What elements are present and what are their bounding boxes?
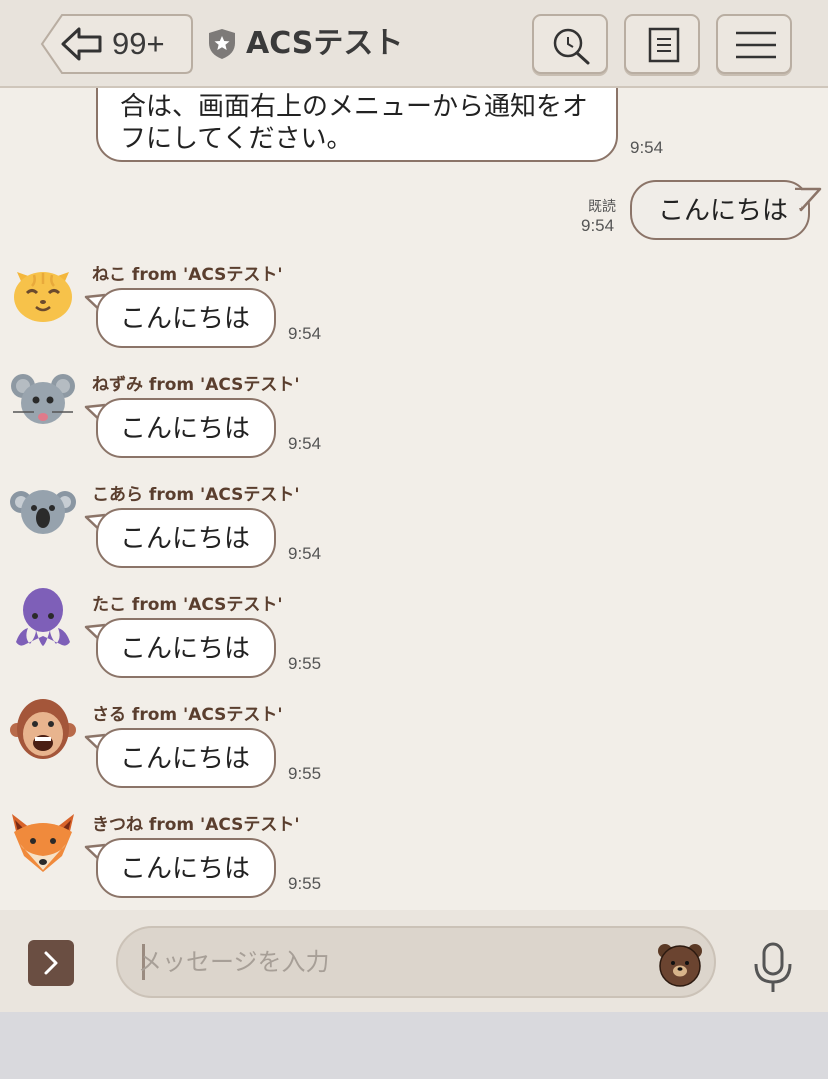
input-bar — [0, 910, 828, 1012]
message-time: 9:54 — [581, 216, 615, 235]
incoming-message-bubble[interactable]: こんにちは — [96, 508, 276, 568]
monkey-avatar — [10, 699, 76, 759]
search-button[interactable] — [532, 14, 608, 74]
system-message-line-2: フにしてください。 — [120, 124, 353, 154]
own-message-bubble[interactable]: こんにちは — [630, 180, 810, 240]
koala-avatar — [10, 490, 76, 534]
system-message-bubble[interactable]: 合は、画面右上のメニューから通知をオ フにしてください。 — [96, 88, 618, 162]
message-time: 9:55 — [288, 654, 322, 673]
sender-name: たこ from 'ACSテスト' — [92, 595, 283, 615]
own-bubble-tail — [795, 187, 822, 212]
keyboard-area-placeholder — [0, 1012, 828, 1079]
microphone-icon[interactable] — [752, 942, 794, 994]
incoming-message-bubble[interactable]: こんにちは — [96, 288, 276, 348]
search-icon — [553, 28, 590, 65]
message-time: 9:55 — [288, 764, 322, 783]
message-text: こんにちは — [120, 414, 251, 444]
sender-name: ねこ from 'ACSテスト' — [92, 265, 283, 285]
octopus-avatar — [16, 588, 70, 646]
system-message-line-1: 合は、画面右上のメニューから通知をオ — [120, 92, 589, 122]
unread-count: 99+ — [112, 26, 165, 61]
sender-name: ねずみ from 'ACSテスト' — [92, 375, 300, 395]
message-input-box[interactable] — [116, 926, 716, 998]
chat-screen: 99+ ACSテスト 合は、画面右上のメニューから通知をオ フにしてください。 … — [0, 0, 828, 1079]
message-text: こんにちは — [120, 634, 251, 664]
sender-name: こあら from 'ACSテスト' — [92, 485, 300, 505]
shield-star-icon — [209, 29, 235, 59]
notes-icon — [648, 27, 680, 63]
back-button[interactable]: 99+ — [40, 14, 194, 74]
sender-name: さる from 'ACSテスト' — [92, 705, 283, 725]
message-time: 9:54 — [288, 544, 322, 563]
menu-button[interactable] — [716, 14, 792, 74]
message-input[interactable] — [138, 942, 638, 982]
incoming-message-bubble[interactable]: こんにちは — [96, 728, 276, 788]
message-text: こんにちは — [120, 524, 251, 554]
sender-name: きつね from 'ACSテスト' — [92, 815, 300, 835]
message-time: 9:55 — [288, 874, 322, 893]
chevron-right-icon — [44, 951, 58, 975]
back-arrow-icon — [61, 27, 102, 61]
read-receipt: 既読 — [588, 199, 616, 215]
sticker-bear-icon[interactable] — [656, 940, 704, 988]
incoming-message-bubble[interactable]: こんにちは — [96, 618, 276, 678]
menu-icon — [736, 31, 776, 59]
message-text: こんにちは — [120, 854, 251, 884]
cat-avatar — [14, 272, 72, 322]
mouse-avatar — [11, 374, 75, 424]
header-bar: 99+ ACSテスト — [0, 0, 828, 88]
incoming-message-bubble[interactable]: こんにちは — [96, 838, 276, 898]
message-time: 9:54 — [288, 324, 322, 343]
notes-button[interactable] — [624, 14, 700, 74]
message-list[interactable]: 合は、画面右上のメニューから通知をオ フにしてください。 9:54 既読 9:5… — [0, 88, 828, 910]
message-text: こんにちは — [120, 304, 251, 334]
chat-title: ACSテスト — [246, 26, 404, 61]
expand-button[interactable] — [28, 940, 74, 986]
fox-avatar — [12, 814, 74, 872]
incoming-message-bubble[interactable]: こんにちは — [96, 398, 276, 458]
own-message-text: こんにちは — [658, 196, 789, 226]
message-time: 9:54 — [288, 434, 322, 453]
message-time: 9:54 — [630, 138, 664, 157]
message-text: こんにちは — [120, 744, 251, 774]
